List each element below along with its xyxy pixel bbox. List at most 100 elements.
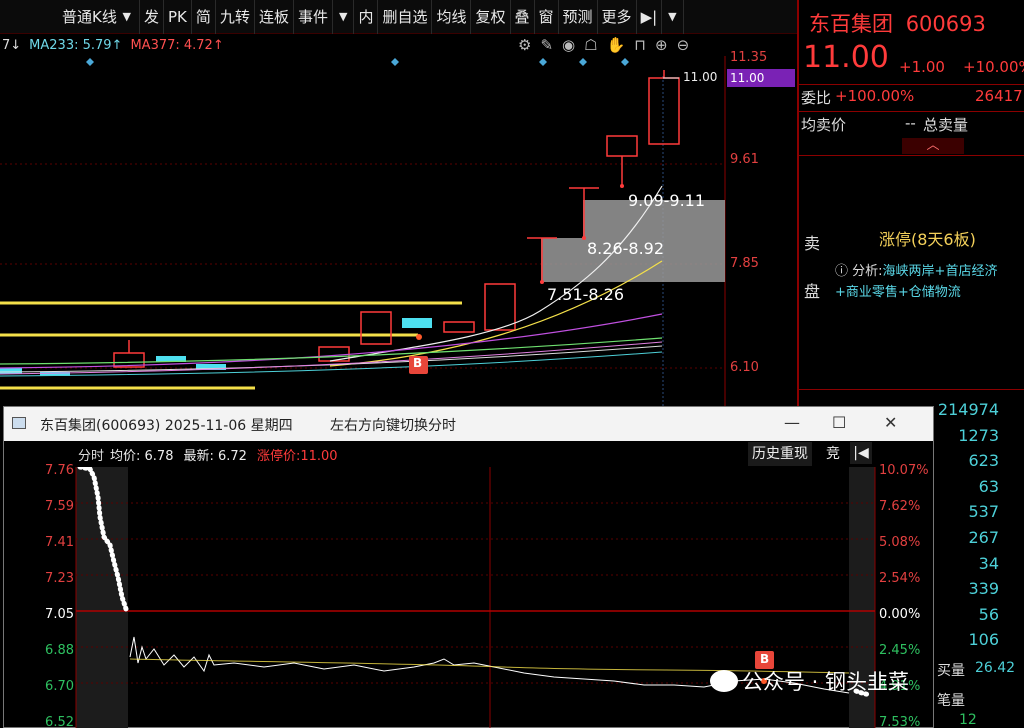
toolbar-item-event[interactable]: 事件 [294, 0, 333, 34]
ma233-label: MA233: 5.79↑ [29, 37, 123, 53]
popup-titlebar[interactable]: 东百集团(600693) 2025-11-06 星期四 左右方向键切换分时 — … [4, 407, 933, 441]
toolbar-item-overlay[interactable]: 叠 [511, 0, 535, 34]
avg-sell-row: 均卖价 -- 总卖量 [799, 111, 1024, 137]
toolbar-item-ma[interactable]: 均线 [432, 0, 472, 34]
weibi-label: 委比 [801, 89, 832, 107]
left-axis-3: 7.23 [45, 571, 74, 586]
avg-price: 均价: 6.78 [110, 448, 174, 464]
maximize-button[interactable]: ☐ [832, 413, 846, 432]
history-replay-button[interactable]: 历史重现 [748, 442, 812, 466]
last-price-badge: 11.00 [727, 69, 795, 87]
sell-orderbook: 卖 盘 涨停(8天6板) ⓘ 分析:海峡两岸+首店经济+商业零售+仓储物流 [799, 155, 1024, 390]
watermark: 公众号 · 钢头韭菜 [710, 664, 1000, 698]
volume-item: 1273 [958, 425, 999, 445]
window-icon [12, 417, 26, 429]
last-price-label: 11.00 [683, 70, 718, 84]
close-button[interactable]: ✕ [884, 413, 897, 432]
chevron-down-icon: ▼ [122, 9, 131, 23]
volume-item: 106 [968, 630, 999, 650]
watermark-text: 公众号 · 钢头韭菜 [742, 670, 910, 694]
zoom-in-icon[interactable]: ⊕ [655, 36, 668, 54]
latest-price: 最新: 6.72 [183, 448, 247, 464]
ma377-label: MA377: 4.72↑ [130, 37, 224, 53]
zone-label-2: 8.26-8.92 [587, 239, 665, 258]
minimize-button[interactable]: — [784, 413, 800, 432]
toolbar-item-delete-fav[interactable]: 删自选 [378, 0, 433, 34]
left-axis-6: 6.70 [45, 679, 74, 694]
right-axis-2: 5.08% [879, 535, 921, 550]
toolbar-item-more[interactable]: 更多 [598, 0, 637, 34]
analysis-text: ⓘ 分析:海峡两岸+首店经济+商业零售+仓储物流 [835, 261, 1003, 303]
toolbar-item-fa[interactable]: 发 [140, 0, 165, 34]
right-axis-3: 2.54% [879, 571, 921, 586]
popup-title: 东百集团(600693) 2025-11-06 星期四 [40, 418, 293, 434]
toolbar-item-pk[interactable]: PK [164, 0, 192, 34]
collapse-icon[interactable]: ▶| [637, 0, 663, 34]
right-axis-4: 0.00% [879, 607, 921, 622]
wechat-icon [710, 670, 738, 692]
intraday-header: 分时 均价: 6.78 最新: 6.72 涨停价:11.00 历史重现 竞 |◀ [4, 441, 933, 467]
axis-label-3: 7.85 [730, 256, 759, 271]
period-label: 普通K线 [62, 7, 117, 26]
volume-item: 214974 [937, 400, 999, 419]
volume-item: 34 [978, 553, 999, 573]
limit-up-text: 涨停(8天6板) [879, 230, 976, 249]
volume-item: 56 [978, 604, 999, 624]
zone-label-3: 7.51-8.26 [547, 285, 625, 304]
volume-item: 267 [968, 527, 999, 547]
limit-up-price: 涨停价:11.00 [256, 448, 338, 464]
price-change: +1.00 [899, 58, 945, 76]
avg-sell-value: -- [905, 114, 916, 132]
right-axis-1: 7.62% [879, 499, 921, 514]
avg-sell-label: 均卖价 [801, 116, 847, 134]
toolbar-item-jiuzhuan[interactable]: 九转 [216, 0, 255, 34]
event-dropdown-icon[interactable]: ▼ [333, 0, 355, 34]
basket-icon[interactable]: ☖ [584, 36, 597, 54]
left-axis-1: 7.59 [45, 499, 74, 514]
auction-button[interactable]: 竞 [826, 442, 840, 466]
hand-icon[interactable]: ✋ [607, 36, 626, 54]
collapse-icon[interactable]: |◀ [850, 442, 872, 464]
left-axis-2: 7.41 [45, 535, 74, 550]
toolbar-item-lianban[interactable]: 连板 [255, 0, 294, 34]
analysis-icon: ⓘ [835, 264, 849, 279]
sell-side-bottom: 盘 [804, 282, 821, 301]
period-select[interactable]: 普通K线 ▼ [0, 0, 140, 34]
axis-label-top: 11.35 [730, 50, 768, 65]
toolbar-item-window[interactable]: 窗 [535, 0, 559, 34]
weibi-volume: 26417 [975, 87, 1023, 105]
volume-item: 537 [968, 502, 999, 522]
right-axis-7: 7.53% [879, 715, 921, 728]
price-change-pct: +10.00% [963, 58, 1024, 76]
volume-item: 63 [978, 476, 999, 496]
toolbar-item-simple[interactable]: 简 [192, 0, 216, 34]
right-axis-0: 10.07% [879, 463, 929, 478]
volume-item: 339 [968, 579, 999, 599]
settings-icon[interactable]: ⚙ [518, 36, 531, 54]
weibi-row: 委比 +100.00% 26417 [799, 84, 1024, 110]
axis-label-2: 9.61 [730, 152, 759, 167]
kline-chart[interactable]: 9.09-9.11 8.26-8.92 7.51-8.26 B 11.00 11… [0, 50, 797, 406]
expand-up-icon[interactable]: ︿ [902, 138, 964, 154]
weibi-value: +100.00% [835, 87, 915, 105]
lock-icon[interactable]: ⊓ [634, 36, 646, 54]
chart-toolbar: 普通K线 ▼ 发 PK 简 九转 连板 事件 ▼ 内 删自选 均线 复权 叠 窗… [0, 0, 797, 34]
collapse-dropdown-icon[interactable]: ▼ [662, 0, 684, 34]
buy-marker-label: B [413, 356, 423, 370]
eye-icon[interactable]: ◉ [562, 36, 575, 54]
current-price: 11.00 [803, 40, 889, 75]
zone-label-1: 9.09-9.11 [628, 191, 706, 210]
toolbar-item-adjust[interactable]: 复权 [471, 0, 511, 34]
total-sell-label: 总卖量 [923, 116, 969, 134]
toolbar-item-predict[interactable]: 预测 [559, 0, 598, 34]
zoom-out-icon[interactable]: ⊖ [677, 36, 690, 54]
stock-title: 东百集团 600693 [809, 8, 986, 38]
left-axis-7: 6.52 [45, 715, 74, 728]
left-axis-0: 7.76 [45, 463, 74, 478]
toolbar-item-nei[interactable]: 内 [354, 0, 379, 34]
sell-side-top: 卖 [804, 234, 821, 253]
pen-icon[interactable]: ✎ [540, 36, 553, 54]
volume-item: 623 [968, 451, 999, 471]
ma-prefix: 7↓ [2, 37, 22, 53]
kline-svg [0, 56, 726, 406]
